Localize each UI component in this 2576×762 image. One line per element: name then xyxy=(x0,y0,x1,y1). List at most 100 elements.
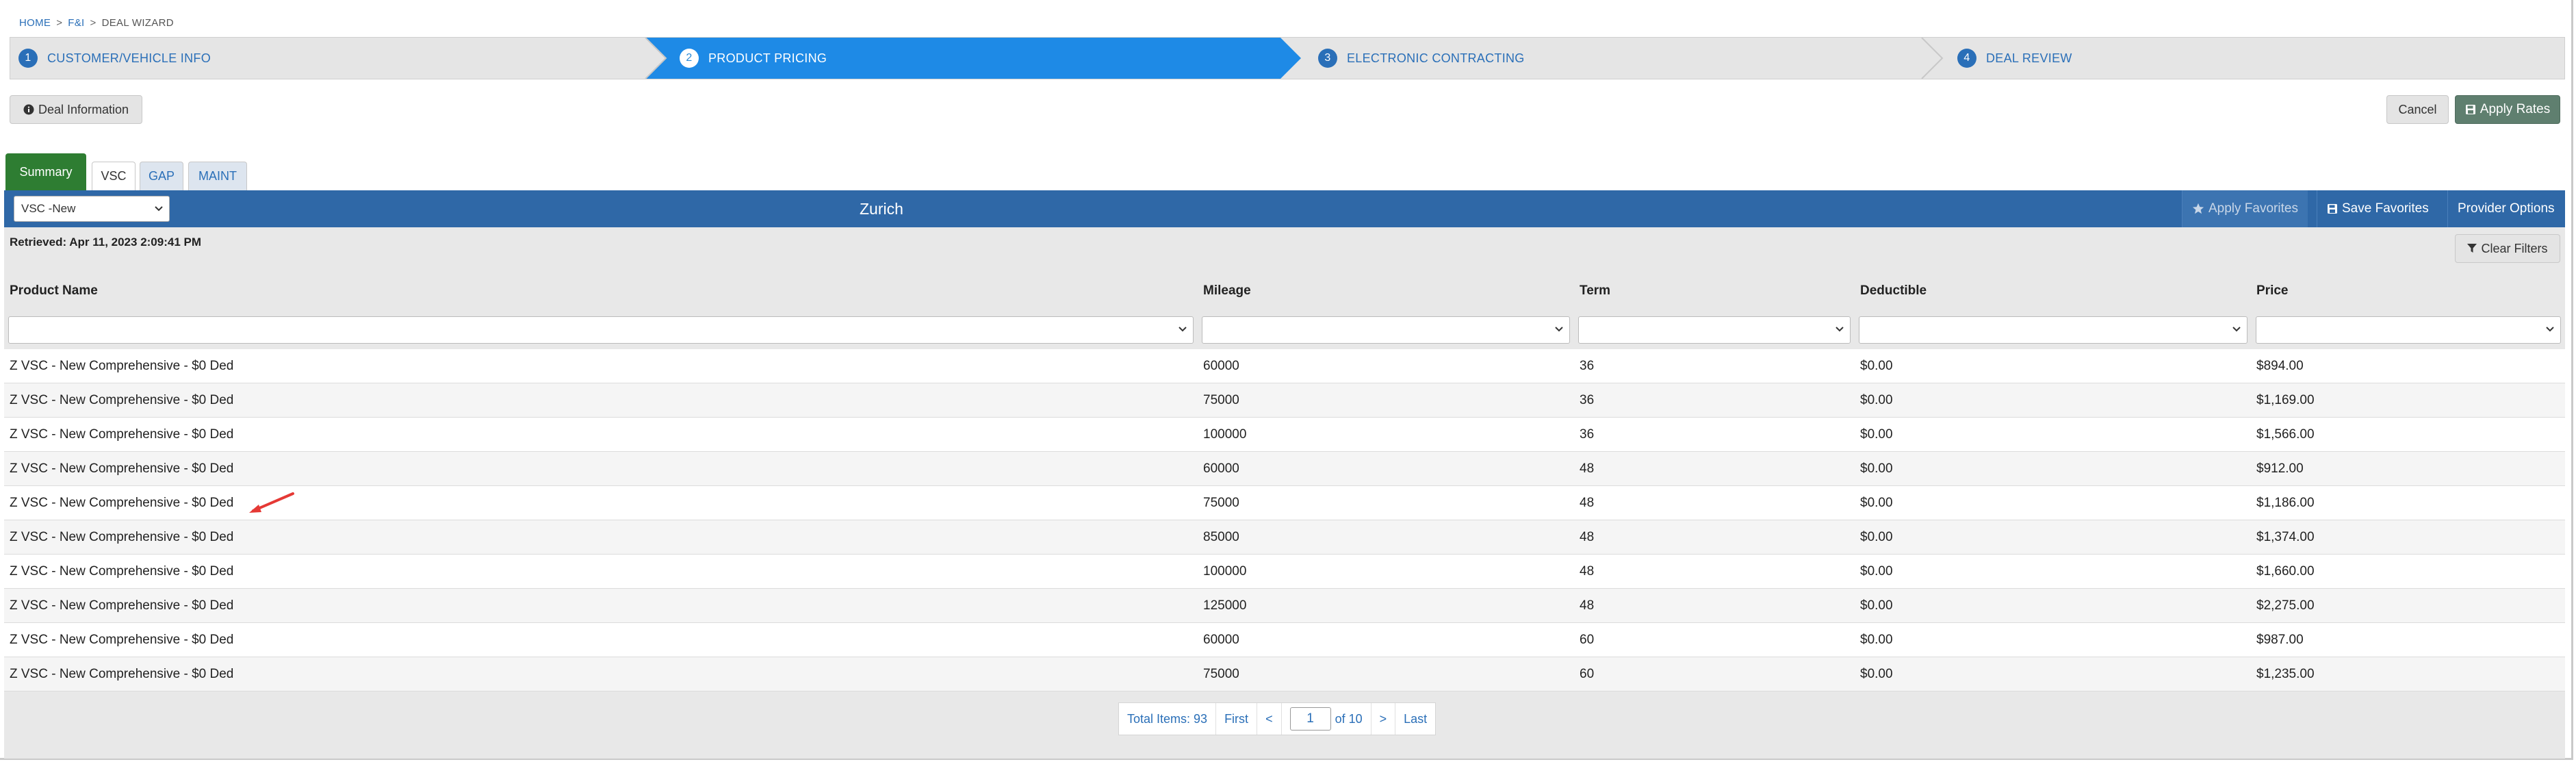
wizard-step-electronic-contracting[interactable]: 3 ELECTRONIC CONTRACTING xyxy=(1318,38,1525,79)
step-label: ELECTRONIC CONTRACTING xyxy=(1347,51,1525,65)
tab-maint[interactable]: MAINT xyxy=(188,162,247,190)
rates-table-body: Z VSC - New Comprehensive - $0 Ded 60000… xyxy=(4,349,2565,691)
column-header-price[interactable]: Price xyxy=(2256,283,2288,299)
product-name-cell: Z VSC - New Comprehensive - $0 Ded xyxy=(10,393,234,407)
column-header-product-name[interactable]: Product Name xyxy=(10,283,98,299)
product-name-cell: Z VSC - New Comprehensive - $0 Ded xyxy=(10,427,234,442)
mileage-cell: 75000 xyxy=(1203,393,1239,407)
page-number-input[interactable]: 1 xyxy=(1289,707,1331,731)
table-row[interactable]: Z VSC - New Comprehensive - $0 Ded 75000… xyxy=(4,486,2565,520)
mileage-cell: 85000 xyxy=(1203,530,1239,544)
wizard-step-deal-review[interactable]: 4 DEAL REVIEW xyxy=(1957,38,2072,79)
step-number: 2 xyxy=(680,49,699,68)
table-row[interactable]: Z VSC - New Comprehensive - $0 Ded 85000… xyxy=(4,520,2565,555)
term-cell: 48 xyxy=(1580,598,1595,613)
deductible-cell: $0.00 xyxy=(1860,633,1893,647)
column-header-term[interactable]: Term xyxy=(1580,283,1610,299)
deductible-cell: $0.00 xyxy=(1860,393,1893,407)
tab-vsc[interactable]: VSC xyxy=(92,162,136,190)
product-name-cell: Z VSC - New Comprehensive - $0 Ded xyxy=(10,461,234,476)
previous-page-button[interactable]: < xyxy=(1257,703,1282,735)
term-cell: 48 xyxy=(1580,496,1595,510)
step-label: DEAL REVIEW xyxy=(1986,51,2072,65)
pagination: Total Items: 93 First < 1 of 10 > Last xyxy=(1118,702,1437,735)
save-favorites-button[interactable]: Save Favorites xyxy=(2317,190,2438,227)
price-cell: $912.00 xyxy=(2256,461,2304,476)
tab-summary[interactable]: Summary xyxy=(5,153,86,190)
deductible-filter[interactable] xyxy=(1859,316,2247,344)
deductible-cell: $0.00 xyxy=(1860,564,1893,579)
wizard-step-product-pricing[interactable]: 2 PRODUCT PRICING xyxy=(680,38,827,79)
price-cell: $1,566.00 xyxy=(2256,427,2315,442)
table-row[interactable]: Z VSC - New Comprehensive - $0 Ded 75000… xyxy=(4,657,2565,691)
price-cell: $2,275.00 xyxy=(2256,598,2315,613)
deductible-cell: $0.00 xyxy=(1860,427,1893,442)
deductible-cell: $0.00 xyxy=(1860,496,1893,510)
breadcrumb-home[interactable]: HOME xyxy=(19,17,51,29)
mileage-cell: 75000 xyxy=(1203,667,1239,681)
product-type-value: VSC -New xyxy=(21,202,76,215)
deductible-cell: $0.00 xyxy=(1860,530,1893,544)
cancel-button[interactable]: Cancel xyxy=(2386,95,2449,124)
table-row[interactable]: Z VSC - New Comprehensive - $0 Ded 10000… xyxy=(4,418,2565,452)
column-header-deductible[interactable]: Deductible xyxy=(1860,283,1927,299)
chevron-down-icon xyxy=(1554,324,1564,336)
table-row[interactable]: Z VSC - New Comprehensive - $0 Ded 60000… xyxy=(4,349,2565,383)
price-cell: $1,169.00 xyxy=(2256,393,2315,407)
table-row[interactable]: Z VSC - New Comprehensive - $0 Ded 60000… xyxy=(4,623,2565,657)
breadcrumb-current: DEAL WIZARD xyxy=(101,16,174,29)
product-name-filter[interactable] xyxy=(8,316,1194,344)
breadcrumb-fi[interactable]: F&I xyxy=(68,17,84,29)
breadcrumb-separator: > xyxy=(56,16,63,29)
star-icon xyxy=(2192,203,2204,215)
table-row[interactable]: Z VSC - New Comprehensive - $0 Ded 10000… xyxy=(4,555,2565,589)
apply-rates-button[interactable]: Apply Rates xyxy=(2455,95,2560,124)
product-name-cell: Z VSC - New Comprehensive - $0 Ded xyxy=(10,667,234,681)
product-name-cell: Z VSC - New Comprehensive - $0 Ded xyxy=(10,496,234,510)
term-cell: 36 xyxy=(1580,393,1595,407)
mileage-cell: 60000 xyxy=(1203,461,1239,476)
deal-information-button[interactable]: Deal Information xyxy=(10,95,142,124)
mileage-cell: 75000 xyxy=(1203,496,1239,510)
step-label: PRODUCT PRICING xyxy=(708,51,827,65)
product-name-cell: Z VSC - New Comprehensive - $0 Ded xyxy=(10,564,234,579)
mileage-filter[interactable] xyxy=(1202,316,1570,344)
term-cell: 60 xyxy=(1580,633,1595,647)
term-cell: 48 xyxy=(1580,530,1595,544)
last-page-button[interactable]: Last xyxy=(1395,703,1435,735)
step-number: 4 xyxy=(1957,49,1976,68)
tab-gap[interactable]: GAP xyxy=(140,162,183,190)
wizard-step-customer-vehicle[interactable]: 1 CUSTOMER/VEHICLE INFO xyxy=(18,38,211,79)
product-name-cell: Z VSC - New Comprehensive - $0 Ded xyxy=(10,530,234,544)
table-row[interactable]: Z VSC - New Comprehensive - $0 Ded 75000… xyxy=(4,383,2565,418)
step-number: 3 xyxy=(1318,49,1337,68)
chevron-down-icon xyxy=(1178,324,1187,336)
page-input-group: 1 of 10 xyxy=(1282,703,1371,735)
info-icon xyxy=(23,104,34,115)
chevron-down-icon xyxy=(154,202,164,216)
save-favorites-label: Save Favorites xyxy=(2342,201,2429,216)
deal-wizard-steps: 1 CUSTOMER/VEHICLE INFO 2 PRODUCT PRICIN… xyxy=(10,37,2565,79)
term-filter[interactable] xyxy=(1578,316,1851,344)
provider-bar: VSC -New Zurich Apply Favorites Save Fav… xyxy=(4,190,2565,227)
apply-favorites-button[interactable]: Apply Favorites xyxy=(2182,190,2308,227)
breadcrumb-separator: > xyxy=(90,16,96,29)
price-cell: $1,235.00 xyxy=(2256,667,2315,681)
next-page-button[interactable]: > xyxy=(1371,703,1396,735)
column-header-mileage[interactable]: Mileage xyxy=(1203,283,1251,299)
chevron-down-icon xyxy=(2545,324,2555,336)
product-type-select[interactable]: VSC -New xyxy=(14,196,170,222)
filter-icon xyxy=(2467,244,2477,253)
table-row[interactable]: Z VSC - New Comprehensive - $0 Ded 12500… xyxy=(4,589,2565,623)
clear-filters-button[interactable]: Clear Filters xyxy=(2455,234,2560,263)
provider-name: Zurich xyxy=(860,199,903,218)
table-row[interactable]: Z VSC - New Comprehensive - $0 Ded 60000… xyxy=(4,452,2565,486)
provider-options-button[interactable]: Provider Options xyxy=(2447,190,2564,227)
first-page-button[interactable]: First xyxy=(1216,703,1258,735)
price-filter[interactable] xyxy=(2256,316,2561,344)
deductible-cell: $0.00 xyxy=(1860,598,1893,613)
mileage-cell: 100000 xyxy=(1203,427,1247,442)
product-name-cell: Z VSC - New Comprehensive - $0 Ded xyxy=(10,633,234,647)
term-cell: 48 xyxy=(1580,564,1595,579)
deductible-cell: $0.00 xyxy=(1860,461,1893,476)
